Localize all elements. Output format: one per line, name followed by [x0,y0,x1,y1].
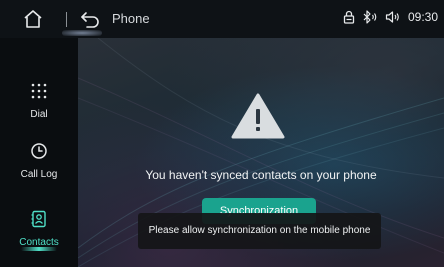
page-title: Phone [112,11,150,26]
main-content: You haven't synced contacts on your phon… [78,38,444,267]
clock: 09:30 [407,10,438,24]
sidebar-item-label: Dial [30,109,48,120]
no-contacts-message: You haven't synced contacts on your phon… [145,168,377,182]
sidebar-item-label: Call Log [20,169,58,180]
sidebar-item-dial[interactable]: Dial [0,82,78,120]
clock-icon [31,143,47,159]
back-icon[interactable] [76,6,106,32]
warning-icon [230,92,286,145]
sidebar-item-call-log[interactable]: Call Log [0,142,78,180]
phone-app-screen: Phone 09:30 Dial Call Log Contacts You h… [0,0,444,267]
status-icons: 09:30 [343,10,438,24]
sidebar: Dial Call Log Contacts [0,38,78,267]
dialpad-icon [31,83,47,99]
home-icon[interactable] [22,8,44,30]
sidebar-item-contacts[interactable]: Contacts [0,210,78,248]
divider [66,12,67,27]
status-bar: Phone 09:30 [0,0,444,38]
toast-notification: Please allow synchronization on the mobi… [138,213,381,249]
bluetooth-icon [362,10,378,24]
active-indicator [21,247,57,251]
volume-icon [385,10,401,24]
contacts-icon [31,210,46,228]
lock-icon [343,10,355,24]
